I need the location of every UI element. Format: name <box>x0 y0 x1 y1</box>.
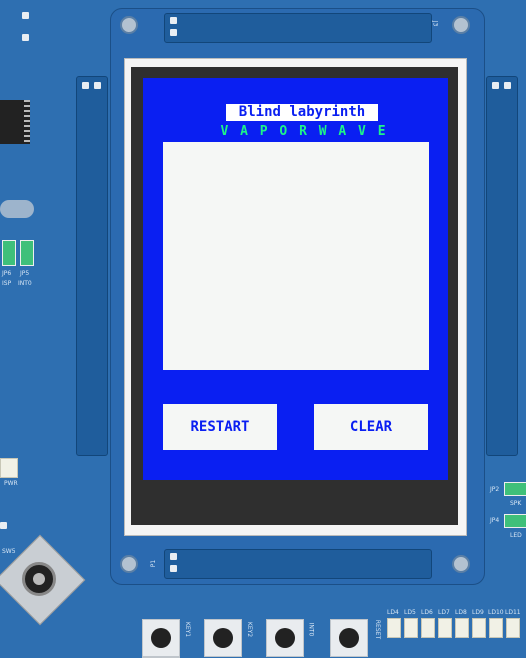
jp2-label: JP2 <box>490 486 500 493</box>
switch-key1[interactable] <box>142 619 180 657</box>
int0-label: INT0 <box>307 622 315 637</box>
key2-label: KEY2 <box>246 621 254 638</box>
ld11-label: LD11 <box>505 609 521 616</box>
ld9-label: LD9 <box>472 609 484 616</box>
mount-hole-br <box>452 555 470 573</box>
maze-canvas[interactable] <box>163 142 429 370</box>
jumper-jp2 <box>504 482 526 496</box>
led-ld11 <box>506 618 520 638</box>
jumper-sublabel-isp: ISP <box>2 280 12 287</box>
ld8-label: LD8 <box>455 609 467 616</box>
j3-label: J3 <box>431 20 439 27</box>
led-label: LED <box>510 532 522 539</box>
pwr-label: PWR <box>4 480 18 487</box>
led-ld7 <box>438 618 452 638</box>
clear-button[interactable]: CLEAR <box>314 404 428 450</box>
ld10-label: LD10 <box>488 609 504 616</box>
right-header <box>486 76 518 456</box>
led-ld9 <box>472 618 486 638</box>
jumper-label-jp5: JP5 <box>20 270 30 277</box>
jumper-label-jp6: JP6 <box>2 270 12 277</box>
top-header <box>164 13 432 43</box>
key1-label: KEY1 <box>184 621 192 638</box>
jumper-sublabel-int0: INT0 <box>18 280 32 287</box>
led-ld6 <box>421 618 435 638</box>
ic-chip-pins <box>24 100 30 144</box>
led-ld4 <box>387 618 401 638</box>
reset-label: RESET <box>374 619 382 640</box>
switch-int0[interactable] <box>266 619 304 657</box>
sw5-label: SW5 <box>2 548 16 555</box>
ld4-label: LD4 <box>387 609 399 616</box>
ld5-label: LD5 <box>404 609 416 616</box>
spk-label: SPK <box>510 500 522 507</box>
switch-key2[interactable] <box>204 619 242 657</box>
led-ld10 <box>489 618 503 638</box>
ld7-label: LD7 <box>438 609 450 616</box>
ld6-label: LD6 <box>421 609 433 616</box>
p1-label: P1 <box>150 559 158 568</box>
led-ld5 <box>404 618 418 638</box>
led-ld8 <box>455 618 469 638</box>
bottom-header <box>164 549 432 579</box>
ic-chip <box>0 100 24 144</box>
app-title: Blind labyrinth <box>226 104 378 121</box>
oval-component <box>0 200 34 218</box>
mount-hole-tr <box>452 16 470 34</box>
left-header <box>76 76 108 456</box>
jumper-jp6 <box>2 240 16 266</box>
joystick-center <box>33 573 45 585</box>
jumper-jp5 <box>20 240 34 266</box>
app-subtitle: V A P O R W A V E <box>220 124 388 139</box>
mount-hole-bl <box>120 555 138 573</box>
mount-hole-tl <box>120 16 138 34</box>
switch-reset[interactable] <box>330 619 368 657</box>
jp4-label: JP4 <box>490 517 500 524</box>
pwr-led <box>0 458 18 478</box>
jumper-jp4 <box>504 514 526 528</box>
restart-button[interactable]: RESTART <box>163 404 277 450</box>
